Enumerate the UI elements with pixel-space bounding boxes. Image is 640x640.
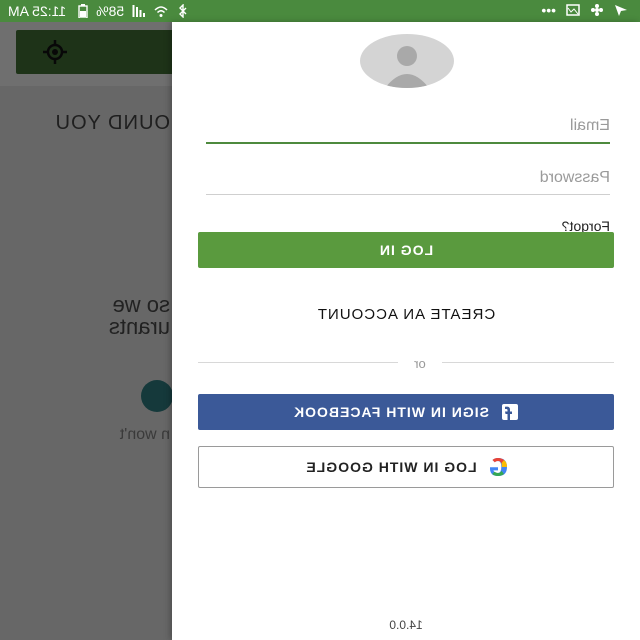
battery-percent: 58% bbox=[96, 3, 125, 19]
facebook-icon bbox=[501, 403, 519, 421]
background-text-line: urants bbox=[108, 314, 170, 339]
or-separator: or bbox=[414, 356, 426, 371]
notification-icon bbox=[614, 3, 628, 17]
wifi-icon bbox=[154, 4, 168, 18]
more-dots-icon: ••• bbox=[541, 2, 556, 18]
facebook-button-label: SIGN IN WITH FACEBOOK bbox=[293, 404, 489, 420]
app-version: 14.0.0 bbox=[389, 618, 423, 632]
password-input[interactable] bbox=[206, 164, 610, 192]
avatar bbox=[360, 34, 454, 88]
login-drawer: Forgot? LOG IN CREATE AN ACCOUNT or SIGN… bbox=[172, 22, 640, 640]
google-icon bbox=[489, 458, 507, 476]
password-field[interactable] bbox=[206, 164, 610, 195]
google-button-label: LOG IN WITH GOOGLE bbox=[305, 459, 477, 475]
fan-icon bbox=[590, 3, 604, 17]
login-button[interactable]: LOG IN bbox=[198, 232, 614, 268]
status-bar-notifications: ••• bbox=[541, 2, 628, 18]
background-text-line: n won't bbox=[119, 426, 170, 443]
status-bar: ••• 58% 11:25 AM bbox=[0, 0, 640, 22]
image-icon bbox=[566, 3, 580, 17]
divider-line bbox=[198, 362, 398, 363]
screen: ••• 58% 11:25 AM OUND YOU so we urants n… bbox=[0, 0, 640, 640]
facebook-signin-button[interactable]: SIGN IN WITH FACEBOOK bbox=[198, 394, 614, 430]
divider-line bbox=[442, 362, 614, 363]
background-button bbox=[141, 380, 173, 412]
email-input[interactable] bbox=[206, 112, 610, 140]
login-button-label: LOG IN bbox=[378, 242, 434, 258]
status-bar-system: 58% 11:25 AM bbox=[8, 3, 190, 19]
background-heading: OUND YOU bbox=[54, 112, 170, 134]
clock: 11:25 AM bbox=[8, 3, 67, 19]
google-login-button[interactable]: LOG IN WITH GOOGLE bbox=[198, 446, 614, 488]
signal-icon bbox=[132, 4, 146, 18]
create-account-link[interactable]: CREATE AN ACCOUNT bbox=[198, 306, 614, 323]
user-avatar-icon bbox=[385, 46, 429, 88]
email-field[interactable] bbox=[206, 112, 610, 144]
battery-icon bbox=[74, 4, 88, 19]
bluetooth-icon bbox=[176, 3, 190, 19]
